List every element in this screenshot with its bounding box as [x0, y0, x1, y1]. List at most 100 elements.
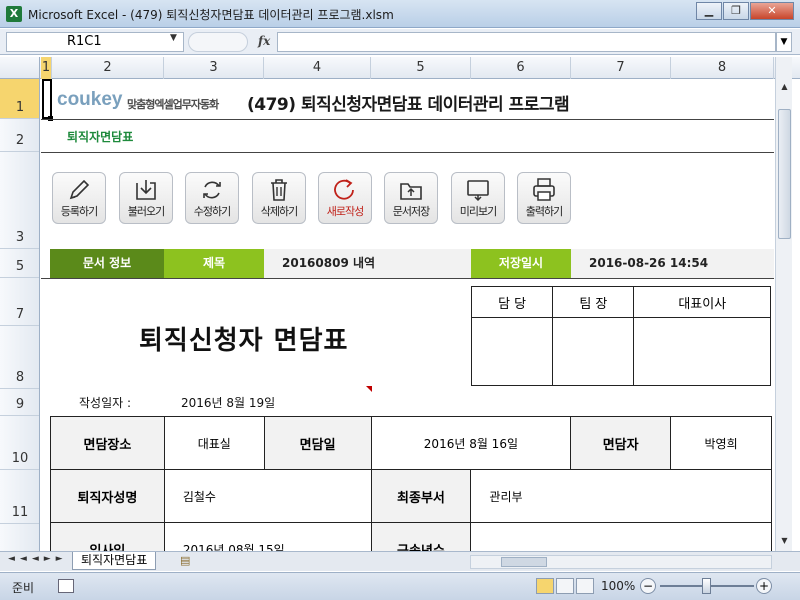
formula-input[interactable]: [277, 32, 776, 52]
vertical-scroll-thumb[interactable]: [778, 109, 791, 239]
table-row: 면담장소 대표실 면담일 2016년 8월 16일 면담자 박영희: [50, 416, 772, 470]
zoom-out-button[interactable]: −: [640, 578, 656, 594]
written-date-label: 작성일자 :: [79, 396, 132, 410]
save-button[interactable]: 문서저장: [384, 172, 438, 224]
row-header[interactable]: 9: [0, 389, 39, 416]
insert-function-icon[interactable]: fx: [258, 34, 270, 48]
approval-sign-ceo[interactable]: [633, 317, 771, 386]
view-buttons: [536, 578, 596, 594]
last-department-value[interactable]: 관리부: [470, 469, 772, 523]
row-number: 7: [15, 307, 25, 322]
minimize-button[interactable]: ▁: [696, 2, 722, 20]
row-header[interactable]: 5: [0, 249, 39, 278]
window-controls: ▁ ❐ ✕: [695, 2, 794, 20]
retiree-name-label: 퇴직자성명: [50, 469, 165, 523]
interview-table: 면담장소 대표실 면담일 2016년 8월 16일 면담자 박영희 퇴직자성명 …: [50, 416, 772, 551]
worksheet[interactable]: coukey 맞춤형엑셀업무자동화 (479) 퇴직신청자면담표 데이터관리 프…: [41, 79, 774, 551]
sheet-nav-arrows-icon[interactable]: ◄◄◄►►: [8, 554, 68, 564]
column-header[interactable]: 5: [371, 57, 471, 79]
column-header[interactable]: 1: [41, 57, 52, 79]
row-number: 2: [15, 133, 25, 148]
horizontal-scrollbar[interactable]: [470, 555, 772, 569]
written-date-value[interactable]: 2016년 8월 19일: [181, 394, 275, 411]
vertical-scrollbar[interactable]: ▲ ▼: [775, 57, 792, 551]
column-header[interactable]: 8: [671, 57, 774, 79]
print-button[interactable]: 출력하기: [517, 172, 571, 224]
row-header[interactable]: 8: [0, 326, 39, 389]
preview-button-label: 미리보기: [459, 205, 497, 218]
saved-at-value[interactable]: 2016-08-26 14:54: [571, 249, 774, 278]
row-number: 8: [15, 370, 25, 385]
name-box-dropdown-icon[interactable]: ▼: [170, 33, 177, 43]
interviewer-value[interactable]: 박영희: [670, 416, 772, 470]
doc-title-value[interactable]: 20160809 내역: [264, 249, 471, 278]
load-button[interactable]: 불러오기: [119, 172, 173, 224]
page-break-view-button[interactable]: [576, 578, 594, 594]
hire-date-value[interactable]: 2016년 08월 15일: [163, 522, 372, 551]
retiree-name-value[interactable]: 김철수: [163, 469, 372, 523]
status-ready: 준비: [12, 581, 35, 595]
row-header[interactable]: 11: [0, 470, 39, 524]
divider: [41, 152, 774, 153]
import-icon: [120, 173, 172, 203]
column-header[interactable]: 4: [264, 57, 371, 79]
last-department-label: 최종부서: [370, 469, 472, 523]
register-button[interactable]: 등록하기: [52, 172, 106, 224]
page-layout-view-button[interactable]: [556, 578, 574, 594]
table-row: 입사일 2016년 08월 15일 근속년수: [50, 522, 772, 551]
interview-date-value[interactable]: 2016년 8월 16일: [370, 416, 572, 470]
row-number: 10: [11, 451, 29, 466]
zoom-level[interactable]: 100%: [601, 579, 635, 593]
row-header[interactable]: 3: [0, 152, 39, 249]
approval-sign-staff[interactable]: [470, 317, 554, 386]
active-cell-outline[interactable]: [42, 79, 52, 119]
row-number: 5: [15, 259, 25, 274]
name-box[interactable]: R1C1: [6, 32, 184, 52]
doc-title-label: 제목: [164, 249, 264, 278]
column-headers: 1 2 3 4 5 6 7 8: [0, 57, 800, 79]
divider: [41, 119, 774, 120]
delete-button-label: 삭제하기: [260, 205, 298, 218]
printer-icon: [518, 173, 570, 203]
pencil-icon: [53, 173, 105, 203]
insert-sheet-icon[interactable]: ▤: [180, 554, 198, 568]
new-button[interactable]: 새로작성: [318, 172, 372, 224]
edit-button[interactable]: 수정하기: [185, 172, 239, 224]
column-header[interactable]: 7: [571, 57, 671, 79]
scroll-down-icon[interactable]: ▼: [776, 533, 793, 549]
formula-cancel-enter-buttons[interactable]: [188, 32, 248, 52]
horizontal-scroll-thumb[interactable]: [501, 557, 547, 567]
select-all-corner[interactable]: [0, 57, 40, 79]
normal-view-button[interactable]: [536, 578, 554, 594]
zoom-slider-thumb[interactable]: [702, 578, 711, 594]
formula-bar: R1C1 ▼ fx ▼: [0, 29, 800, 55]
zoom-in-button[interactable]: +: [756, 578, 772, 594]
macro-recording-icon[interactable]: [58, 579, 74, 593]
excel-app-icon[interactable]: X: [6, 6, 22, 22]
scroll-up-icon[interactable]: ▲: [776, 79, 793, 95]
row-header[interactable]: 2: [0, 119, 39, 152]
sheet-subtitle: 퇴직자면담표: [67, 130, 134, 144]
column-header[interactable]: 3: [164, 57, 264, 79]
sheet-tab[interactable]: 퇴직자면담표: [72, 552, 157, 570]
formula-expand-icon[interactable]: ▼: [776, 32, 792, 52]
column-header[interactable]: 2: [52, 57, 164, 79]
formula-tools: fx: [188, 32, 274, 52]
close-button[interactable]: ✕: [750, 2, 794, 20]
preview-button[interactable]: 미리보기: [451, 172, 505, 224]
interview-place-value[interactable]: 대표실: [163, 416, 265, 470]
approval-box: 담 당 팀 장 대표이사: [470, 286, 771, 386]
column-header[interactable]: 6: [471, 57, 571, 79]
maximize-button[interactable]: ❐: [723, 2, 749, 20]
approval-sign-team-lead[interactable]: [552, 317, 635, 386]
approval-header-staff: 담 당: [470, 286, 554, 318]
years-of-service-value[interactable]: [470, 522, 772, 551]
program-title: (479) 퇴직신청자면담표 데이터관리 프로그램: [247, 95, 570, 115]
approval-header-ceo: 대표이사: [633, 286, 771, 318]
delete-button[interactable]: 삭제하기: [252, 172, 306, 224]
row-header[interactable]: 7: [0, 278, 39, 326]
comment-indicator-icon[interactable]: [366, 386, 372, 392]
row-header[interactable]: 1: [0, 79, 39, 119]
brand-tagline: 맞춤형엑셀업무자동화: [127, 98, 219, 111]
row-header[interactable]: 10: [0, 416, 39, 470]
